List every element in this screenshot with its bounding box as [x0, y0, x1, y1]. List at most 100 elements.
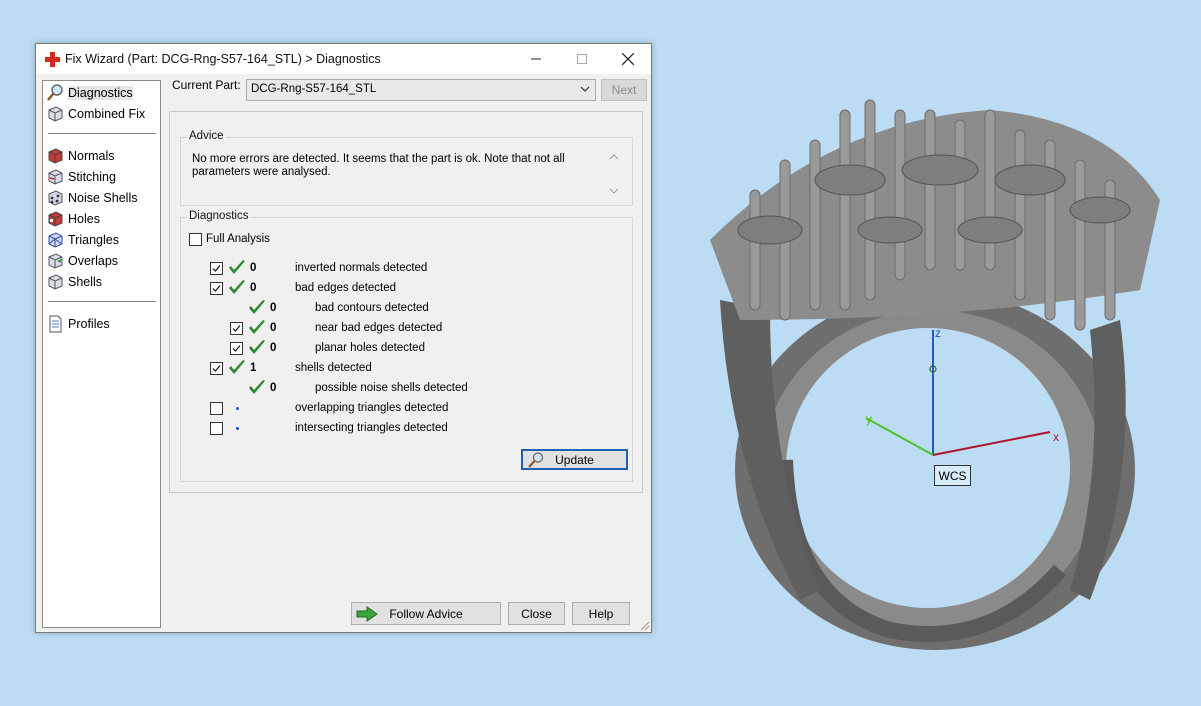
sidebar-item-label: Shells	[68, 275, 103, 289]
advice-group: Advice No more errors are detected. It s…	[180, 130, 633, 206]
red-cube-icon	[48, 148, 63, 164]
bad-edges-checkbox[interactable]	[210, 282, 223, 295]
planar-holes-count: 0	[270, 342, 277, 354]
inverted-normals-count: 0	[250, 262, 257, 274]
overlapping-triangles-checkbox[interactable]	[210, 402, 223, 415]
near-bad-edges-checkbox[interactable]	[230, 322, 243, 335]
green-check-icon	[249, 380, 265, 394]
sidebar-item-normals[interactable]: Normals	[46, 146, 115, 166]
title-bar[interactable]: Fix Wizard (Part: DCG-Rng-S57-164_STL) >…	[36, 44, 651, 74]
inverted-normals-label: inverted normals detected	[295, 262, 428, 274]
sidebar-item-stitching[interactable]: Stitching	[46, 167, 116, 187]
noise-shells-label: possible noise shells detected	[315, 382, 468, 394]
checkmark-icon	[212, 285, 221, 292]
overlapping-triangles-label: overlapping triangles detected	[295, 402, 449, 414]
sidebar-item-shells[interactable]: Shells	[46, 272, 102, 292]
green-check-icon	[229, 280, 245, 294]
sidebar-item-holes[interactable]: Holes	[46, 209, 100, 229]
checkmark-icon	[212, 265, 221, 272]
green-check-icon	[249, 300, 265, 314]
app-cross-icon	[45, 52, 60, 67]
green-check-icon	[229, 260, 245, 274]
help-button[interactable]: Help	[572, 602, 630, 625]
minimize-icon	[531, 58, 541, 60]
bad-contours-label: bad contours detected	[315, 302, 429, 314]
next-button[interactable]: Next	[601, 79, 647, 101]
green-check-icon	[249, 340, 265, 354]
checkmark-icon	[232, 325, 241, 332]
current-part-label: Current Part:	[172, 78, 241, 92]
x-axis-label: x	[1053, 430, 1059, 444]
intersecting-triangles-label: intersecting triangles detected	[295, 422, 448, 434]
wcs-label: WCS	[934, 465, 971, 486]
y-axis-label: y	[866, 412, 872, 426]
sidebar-item-label: Noise Shells	[68, 191, 138, 205]
planar-holes-checkbox[interactable]	[230, 342, 243, 355]
arrow-right-icon	[356, 606, 378, 622]
scroll-up-icon[interactable]	[609, 152, 619, 162]
window-title: Fix Wizard (Part: DCG-Rng-S57-164_STL) >…	[65, 52, 381, 66]
minimize-button[interactable]	[513, 44, 559, 74]
3d-viewport[interactable]	[660, 0, 1201, 703]
shells-label: shells detected	[295, 362, 372, 374]
sidebar-item-overlaps[interactable]: Overlaps	[46, 251, 118, 271]
sidebar-divider	[48, 133, 156, 134]
diagnostics-panel: Advice No more errors are detected. It s…	[169, 111, 643, 493]
sidebar-item-combined-fix[interactable]: Combined Fix	[46, 104, 145, 124]
resize-grip-icon[interactable]	[639, 620, 650, 631]
holes-cube-icon	[48, 211, 63, 227]
follow-advice-button[interactable]: Follow Advice	[351, 602, 501, 625]
near-bad-edges-count: 0	[270, 322, 277, 334]
noise-shells-count: 0	[270, 382, 277, 394]
diagnostics-group: Diagnostics Full Analysis 0 inverted nor…	[180, 210, 633, 482]
intersecting-triangles-checkbox[interactable]	[210, 422, 223, 435]
close-window-button[interactable]	[605, 44, 651, 74]
sidebar-item-triangles[interactable]: Triangles	[46, 230, 119, 250]
triangles-cube-icon	[48, 232, 63, 248]
scroll-down-icon[interactable]	[609, 186, 619, 196]
full-analysis-checkbox[interactable]	[189, 233, 202, 246]
maximize-icon	[577, 54, 587, 64]
sidebar-item-label: Diagnostics	[68, 86, 133, 100]
sidebar-item-label: Stitching	[68, 170, 116, 184]
advice-text: No more errors are detected. It seems th…	[192, 153, 565, 178]
bad-edges-label: bad edges detected	[295, 282, 397, 294]
stitch-cube-icon	[48, 169, 63, 185]
update-button[interactable]: Update	[521, 449, 628, 470]
current-part-value: DCG-Rng-S57-164_STL	[251, 83, 377, 95]
sidebar-item-profiles[interactable]: Profiles	[46, 314, 110, 334]
magnifier-icon	[47, 84, 63, 101]
sidebar-item-noise-shells[interactable]: Noise Shells	[46, 188, 137, 208]
close-button[interactable]: Close	[508, 602, 565, 625]
pending-dot-icon	[236, 407, 239, 410]
checkmark-icon	[232, 345, 241, 352]
full-analysis-label: Full Analysis	[206, 233, 270, 245]
pending-dot-icon	[236, 427, 239, 430]
overlaps-cube-icon	[48, 253, 63, 269]
sidebar-divider	[48, 301, 156, 302]
wizard-sidebar: Diagnostics Combined Fix Normals Stitchi…	[42, 80, 161, 628]
green-check-icon	[249, 320, 265, 334]
sidebar-item-diagnostics[interactable]: Diagnostics	[46, 83, 133, 103]
sidebar-item-label: Normals	[68, 149, 115, 163]
dots-cube-icon	[48, 190, 63, 206]
diagnostics-title: Diagnostics	[187, 210, 251, 222]
cube-icon	[48, 106, 63, 122]
planar-holes-label: planar holes detected	[315, 342, 425, 354]
chevron-down-icon	[580, 86, 590, 92]
shells-cube-icon	[48, 274, 63, 290]
sidebar-item-label: Profiles	[68, 317, 110, 331]
shells-checkbox[interactable]	[210, 362, 223, 375]
sidebar-item-label: Overlaps	[68, 254, 119, 268]
update-label: Update	[555, 452, 594, 467]
close-icon	[622, 53, 634, 65]
inverted-normals-checkbox[interactable]	[210, 262, 223, 275]
green-check-icon	[229, 360, 245, 374]
maximize-button[interactable]	[559, 44, 605, 74]
current-part-dropdown[interactable]: DCG-Rng-S57-164_STL	[246, 79, 596, 101]
z-axis-label: z	[935, 326, 941, 340]
follow-advice-label: Follow Advice	[389, 606, 463, 621]
sidebar-item-label: Triangles	[68, 233, 119, 247]
magnifier-icon	[528, 452, 544, 468]
fix-wizard-window: Fix Wizard (Part: DCG-Rng-S57-164_STL) >…	[35, 43, 652, 633]
